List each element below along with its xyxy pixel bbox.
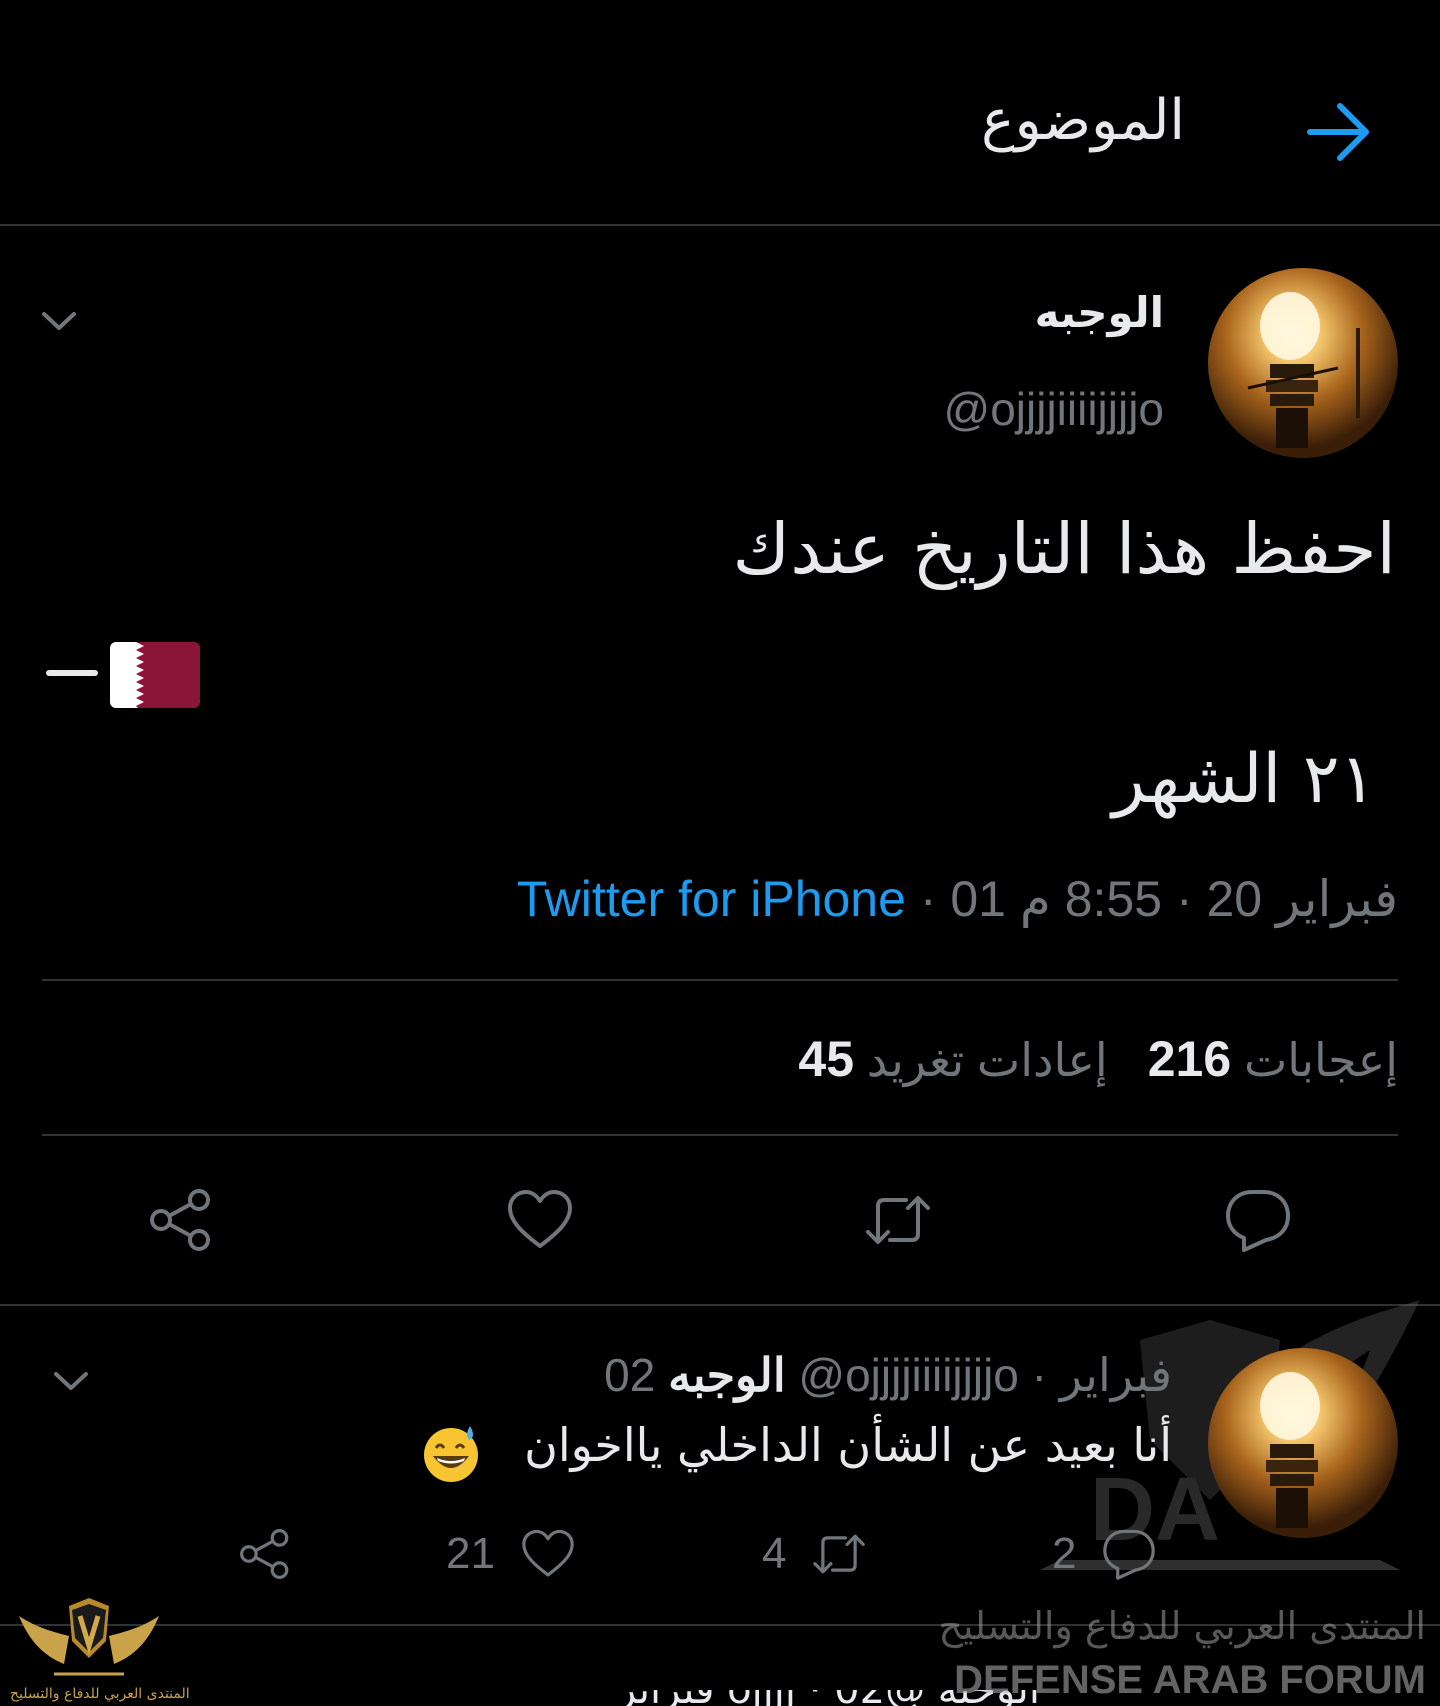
likes-count: 216	[1147, 1031, 1232, 1087]
grinning-sweat-emoji-icon	[424, 1426, 478, 1482]
top-bar	[0, 0, 1440, 226]
separator: ·	[905, 871, 951, 927]
page-title: الموضوع	[981, 88, 1185, 153]
author-display-name[interactable]: الوجبه	[1035, 288, 1164, 337]
author-handle[interactable]: @ojjjjiiiijjjjo	[944, 382, 1165, 436]
like-count: 21	[446, 1529, 495, 1578]
lightbulb-avatar-image	[1208, 1348, 1398, 1538]
reply-handle[interactable]: @ojjjjiiiijjjjo	[798, 1349, 1019, 1401]
divider	[42, 979, 1398, 981]
arrow-right-icon[interactable]	[1300, 92, 1380, 172]
reply-header: 02 فبراير · @ojjjjiiiijjjjo الوجبه	[604, 1349, 1172, 1401]
retweets-count: 45	[798, 1031, 855, 1087]
retweet-icon	[813, 1534, 866, 1574]
reply-count: 2	[1052, 1529, 1077, 1578]
lightbulb-avatar-image	[1208, 268, 1398, 458]
tweet-text: احفظ هذا التاريخ عندك	[732, 508, 1396, 590]
reply-text: أنا بعيد عن الشأن الداخلي يااخوان	[524, 1418, 1172, 1472]
reply-display-name[interactable]: الوجبه	[668, 1349, 786, 1401]
next-tweet-header: الوجبه @ojjjj · 02 فبراير	[160, 1690, 1040, 1706]
source-link[interactable]: Twitter for iPhone	[517, 871, 906, 927]
forum-logo-text: المنتدى العربي للدفاع والتسليح	[10, 1686, 190, 1702]
retweet-count: 4	[762, 1529, 787, 1578]
retweets-stat[interactable]: إعادات تغريد 45	[798, 1031, 1108, 1087]
next-tweet-partial: الوجبه @ojjjj · 02 فبراير	[160, 1690, 1040, 1706]
engagement-stats: إعجابات 216 إعادات تغريد 45	[798, 1030, 1398, 1088]
heart-icon[interactable]	[504, 1184, 576, 1256]
dash-mark	[46, 670, 98, 676]
share-icon	[240, 1529, 289, 1579]
reply-reply-button[interactable]: 2	[1052, 1524, 1158, 1584]
chevron-down-icon[interactable]	[48, 1358, 94, 1404]
reply-icon	[1103, 1529, 1156, 1580]
qatar-flag-icon	[110, 642, 200, 708]
reply-share-button[interactable]	[236, 1524, 294, 1584]
share-icon[interactable]	[145, 1184, 217, 1256]
tweet-text-line-2: ٢١ الشهر	[1112, 740, 1376, 819]
reply-icon[interactable]	[1222, 1184, 1294, 1256]
likes-stat[interactable]: إعجابات 216	[1147, 1031, 1398, 1087]
retweets-label: إعادات تغريد	[866, 1034, 1108, 1086]
reply-retweet-button[interactable]: 4	[762, 1524, 868, 1584]
separator: ·	[1162, 871, 1207, 927]
tweet-time: 8:55 م	[1019, 871, 1163, 927]
reply-like-button[interactable]: 21	[446, 1524, 577, 1584]
retweet-icon[interactable]	[862, 1184, 934, 1256]
chevron-down-icon[interactable]	[36, 298, 82, 344]
watermark-arabic-text: المنتدى العربي للدفاع والتسليح	[938, 1604, 1426, 1648]
reply-avatar[interactable]	[1208, 1348, 1398, 1538]
tweet-meta: Twitter for iPhone · 01 فبراير 20 · 8:55…	[517, 870, 1398, 928]
divider	[42, 1134, 1398, 1136]
avatar[interactable]	[1208, 268, 1398, 458]
likes-label: إعجابات	[1243, 1034, 1398, 1086]
heart-icon	[522, 1529, 574, 1577]
watermark-english-text: DEFENSE ARAB FORUM	[954, 1658, 1426, 1702]
